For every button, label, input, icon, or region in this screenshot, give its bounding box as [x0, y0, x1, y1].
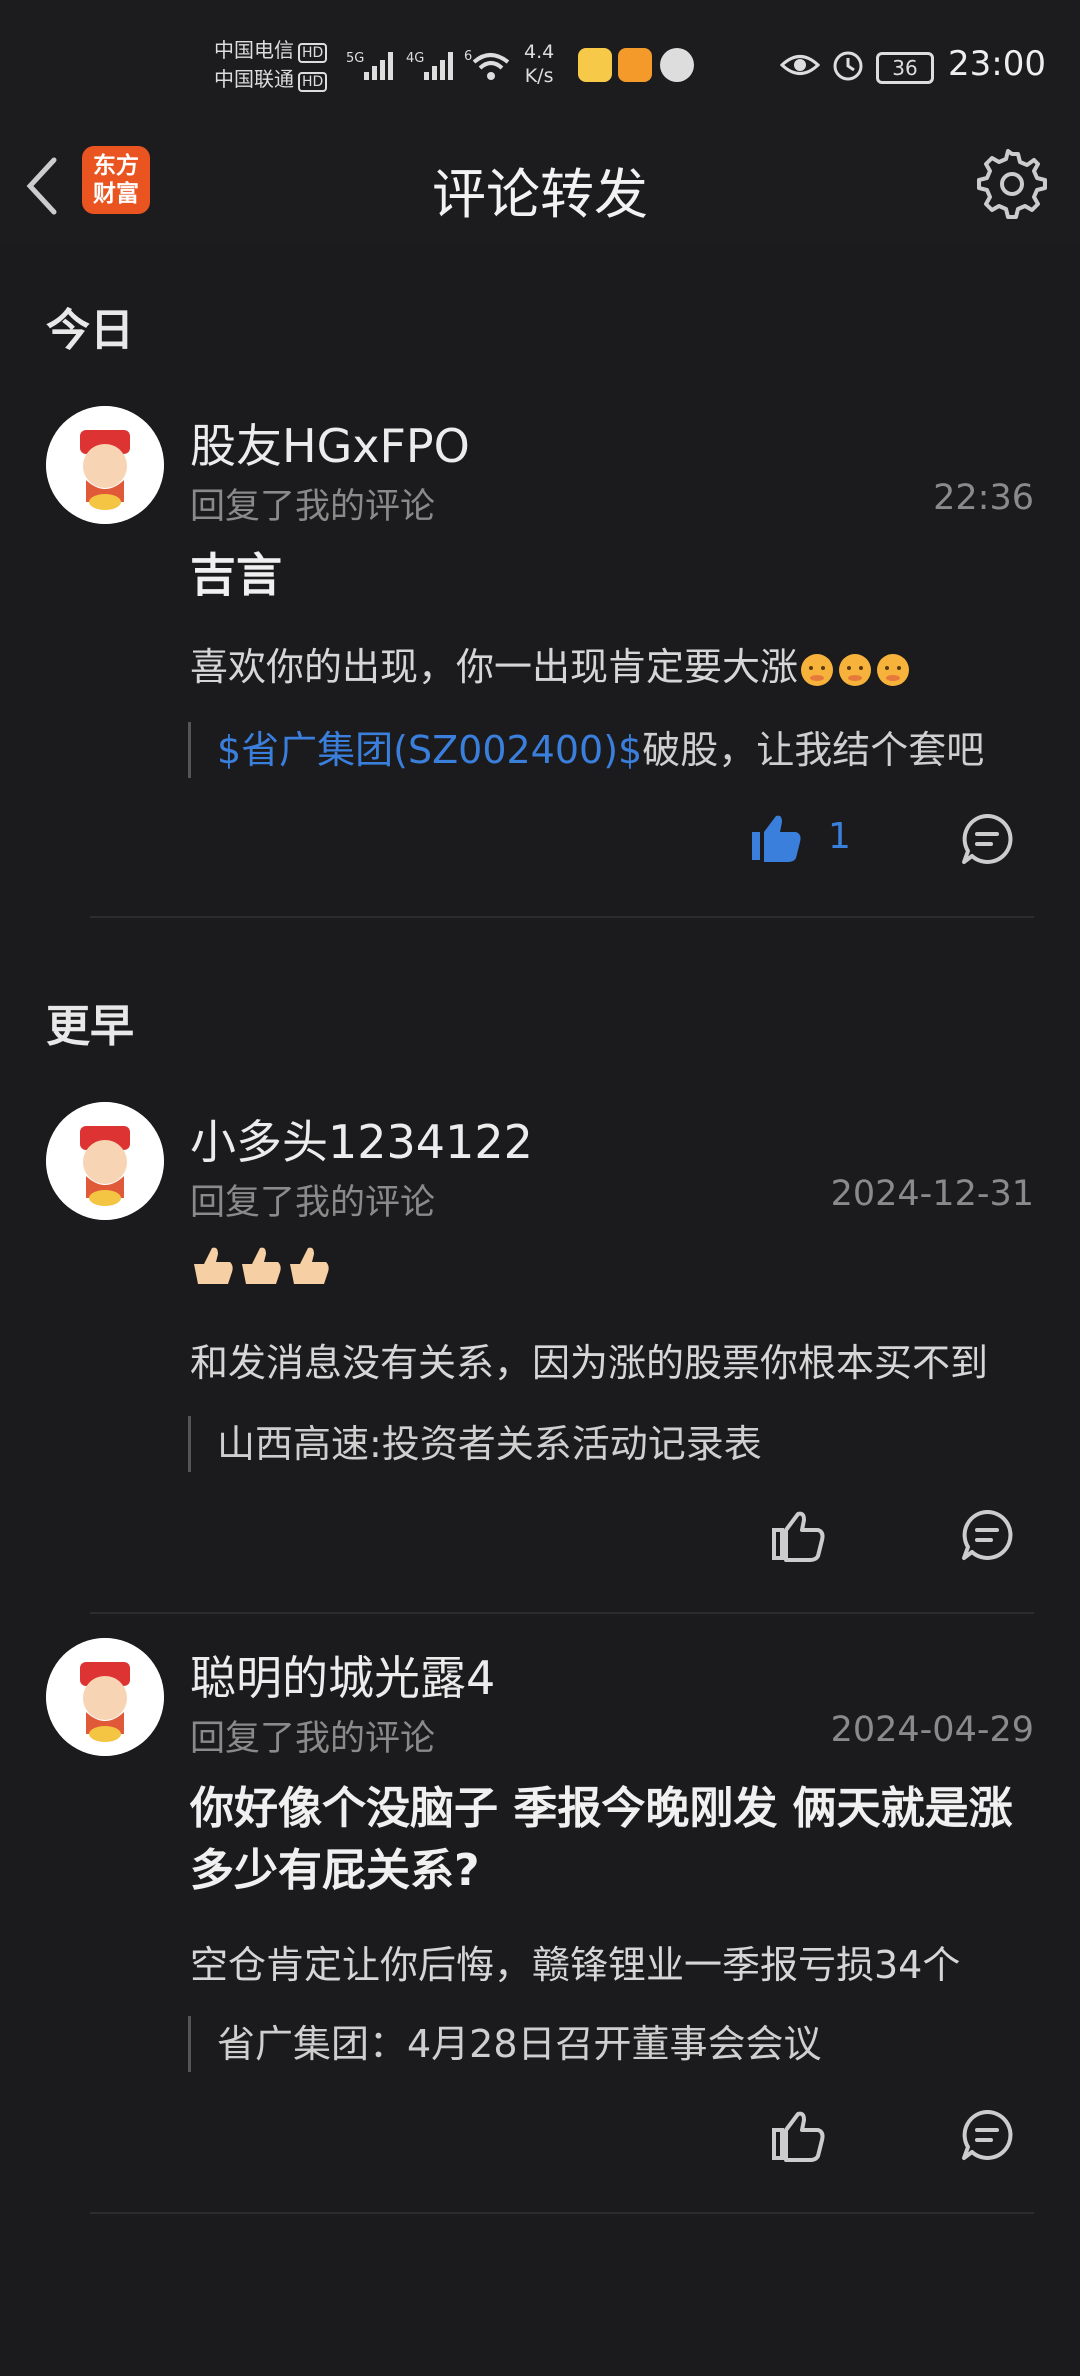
shy-face-emoji-icon: [877, 653, 910, 686]
divider: [90, 1612, 1034, 1614]
network-speed: 4.4 K/s: [524, 41, 555, 87]
quoted-comment[interactable]: $省广集团(SZ002400)$破股，让我结个套吧: [188, 722, 1034, 778]
commenter-name[interactable]: 股友HGxFPO: [190, 410, 470, 476]
wifi-icon: 6: [464, 49, 510, 80]
nav-bar: 东方 财富 评论转发: [0, 130, 1080, 246]
stock-link[interactable]: $省广集团(SZ002400)$: [217, 728, 642, 772]
hd-badge: HD: [298, 72, 328, 92]
eye-icon: [780, 55, 820, 75]
reply-headline[interactable]: 吉言: [190, 544, 1040, 606]
reply-text[interactable]: 空仓肯定让你后悔，赣锋锂业一季报亏损34个: [190, 1934, 1034, 1989]
divider: [90, 916, 1034, 918]
app-notification-icon: [618, 48, 652, 82]
weibo-icon: [578, 48, 612, 82]
comment-action: 回复了我的评论: [190, 1719, 436, 1759]
thumbs-up-icon[interactable]: [748, 810, 804, 866]
hd-badge: HD: [298, 43, 328, 63]
signal-icon: 4G: [406, 51, 453, 80]
section-header-earlier: 更早: [46, 1001, 134, 1052]
comment-time: 2024-04-29: [830, 1710, 1034, 1750]
carrier-2: 中国联通: [214, 67, 294, 91]
divider: [90, 2212, 1034, 2214]
comment-bubble-icon[interactable]: [960, 1508, 1014, 1562]
page-title: 评论转发: [432, 163, 648, 226]
quoted-comment[interactable]: 山西高速:投资者关系活动记录表: [188, 1416, 1034, 1472]
alarm-icon: [833, 51, 863, 81]
reply-text[interactable]: 喜欢你的出现，你一出现肯定要大涨: [190, 636, 1034, 691]
svg-text:4G: 4G: [406, 51, 424, 66]
comment-time: 2024-12-31: [830, 1174, 1034, 1214]
clock: 23:00: [948, 44, 1046, 84]
app-notification-icon: [660, 48, 694, 82]
carrier-info: 中国电信 HD 中国联通 HD: [214, 36, 328, 94]
comment-action: 回复了我的评论: [190, 1183, 436, 1223]
thumbs-up-icon[interactable]: [770, 2108, 826, 2164]
settings-gear-icon[interactable]: [976, 148, 1048, 220]
comment-time: 22:36: [933, 478, 1034, 518]
shy-face-emoji-icon: [839, 653, 872, 686]
comment-bubble-icon[interactable]: [960, 812, 1014, 866]
like-count: 1: [828, 816, 851, 857]
reply-text[interactable]: 和发消息没有关系，因为涨的股票你根本买不到: [190, 1332, 1034, 1387]
avatar[interactable]: [46, 1102, 164, 1220]
carrier-1: 中国电信: [214, 38, 294, 62]
comment-bubble-icon[interactable]: [960, 2108, 1014, 2162]
svg-text:5G: 5G: [346, 51, 364, 66]
thumbs-up-icon[interactable]: [770, 1508, 826, 1564]
battery-indicator: 36: [876, 52, 934, 84]
commenter-name[interactable]: 聪明的城光露4: [190, 1642, 495, 1708]
thumbs-up-emoji-row[interactable]: [190, 1244, 340, 1294]
comment-action: 回复了我的评论: [190, 487, 436, 527]
shy-face-emoji-icon: [801, 653, 834, 686]
svg-text:6: 6: [464, 49, 472, 64]
avatar[interactable]: [46, 406, 164, 524]
thumbs-up-emoji-icon: [194, 1247, 329, 1284]
signal-icon: 5G: [346, 51, 393, 80]
status-bar: 中国电信 HD 中国联通 HD 5G 4G 6 4.4 K/s 36 23:00: [0, 0, 1080, 130]
reply-headline[interactable]: 你好像个没脑子 季报今晚刚发 俩天就是涨多少有屁关系?: [190, 1778, 1040, 1902]
section-header-today: 今日: [46, 305, 134, 356]
quoted-comment[interactable]: 省广集团：4月28日召开董事会会议: [188, 2016, 1034, 2072]
avatar[interactable]: [46, 1638, 164, 1756]
commenter-name[interactable]: 小多头1234122: [190, 1106, 533, 1172]
